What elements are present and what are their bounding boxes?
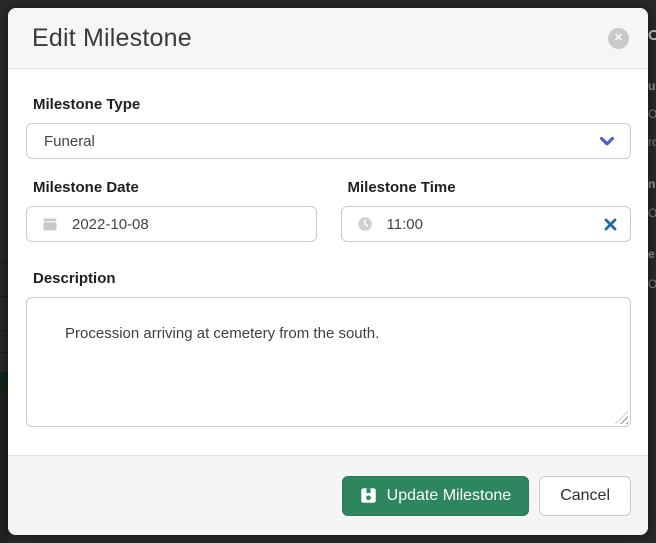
backdrop-text-fragment: O (648, 28, 656, 43)
description-value: Procession arriving at cemetery from the… (65, 325, 379, 342)
backdrop-left-strip (0, 0, 8, 543)
clear-time-icon[interactable] (603, 217, 618, 232)
modal-header: Edit Milestone ✕ (8, 8, 648, 69)
backdrop-right-strip: O u O ro n O e O (647, 0, 656, 543)
backdrop-text-fragment: O (648, 278, 656, 290)
resize-grip-icon[interactable] (615, 411, 628, 424)
backdrop-green-block (0, 372, 8, 392)
backdrop-row-divider (0, 262, 8, 263)
milestone-time-value: 11:00 (387, 216, 423, 233)
description-label: Description (26, 270, 631, 287)
edit-milestone-modal: Edit Milestone ✕ Milestone Type Funeral … (8, 8, 648, 535)
clock-icon (357, 216, 373, 232)
milestone-time-input[interactable]: 11:00 (341, 206, 632, 242)
backdrop-text-fragment: u (648, 80, 655, 92)
modal-footer: Update Milestone Cancel (8, 455, 648, 535)
update-milestone-label: Update Milestone (387, 487, 512, 505)
backdrop-text-fragment: e (648, 248, 655, 260)
backdrop-text-fragment: ro (648, 136, 656, 148)
calendar-icon (42, 216, 58, 232)
backdrop-text-fragment: n (648, 178, 655, 190)
milestone-date-label: Milestone Date (26, 179, 317, 196)
backdrop-row-divider (0, 296, 8, 297)
milestone-date-input[interactable]: 2022-10-08 (26, 206, 317, 242)
chevron-down-icon (598, 132, 616, 150)
backdrop-row-divider (0, 330, 8, 331)
modal-body: Milestone Type Funeral Milestone Date (8, 69, 648, 455)
milestone-date-value: 2022-10-08 (72, 216, 149, 233)
backdrop-dark-block (0, 392, 8, 543)
cancel-label: Cancel (560, 487, 610, 505)
save-icon (360, 487, 377, 504)
update-milestone-button[interactable]: Update Milestone (342, 476, 530, 516)
milestone-type-select[interactable]: Funeral (26, 123, 631, 159)
milestone-type-label: Milestone Type (26, 96, 631, 113)
backdrop-row-divider (0, 352, 8, 353)
close-icon: ✕ (614, 33, 623, 44)
modal-title: Edit Milestone (32, 24, 192, 53)
description-textarea[interactable]: Procession arriving at cemetery from the… (26, 297, 631, 427)
close-button[interactable]: ✕ (608, 28, 629, 49)
backdrop-text-fragment: O (648, 108, 656, 120)
milestone-time-label: Milestone Time (341, 179, 632, 196)
backdrop-text-fragment: O (648, 207, 656, 219)
milestone-type-value: Funeral (44, 133, 95, 150)
cancel-button[interactable]: Cancel (539, 476, 631, 516)
